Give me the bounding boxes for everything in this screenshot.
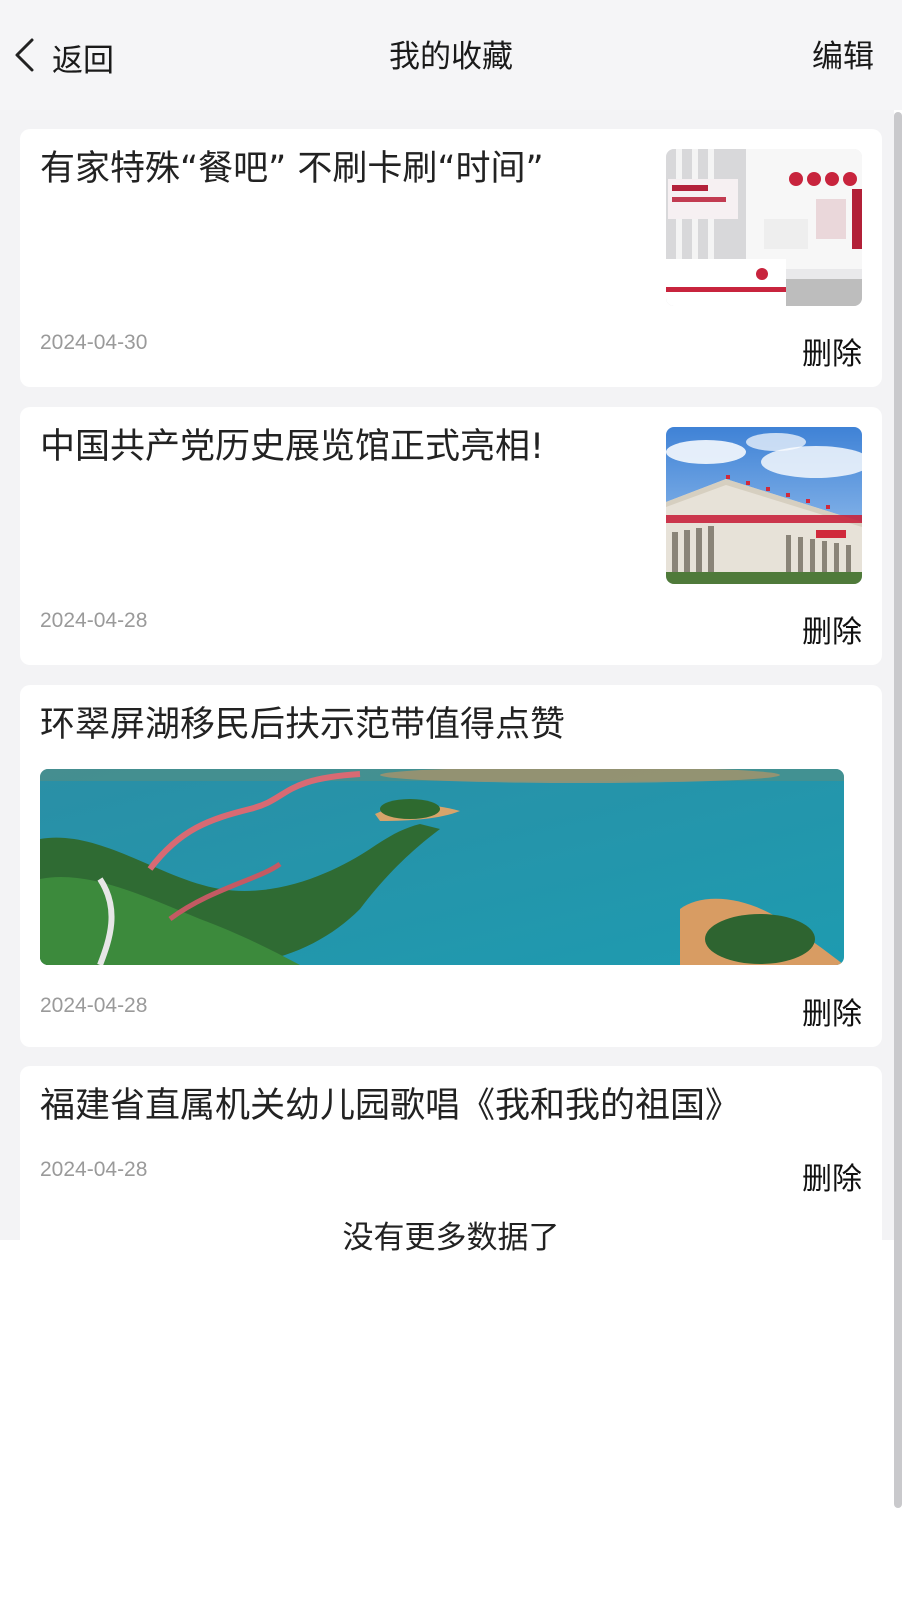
item-date: 2024-04-30 [40,331,148,354]
item-title[interactable]: 有家特殊“餐吧” 不刷卡刷“时间” [40,147,544,191]
favorite-item[interactable]: 有家特殊“餐吧” 不刷卡刷“时间” 2024-04-30 删除 [20,129,882,387]
item-title[interactable]: 中国共产党历史展览馆正式亮相! [40,425,544,469]
delete-button[interactable]: 删除 [802,989,862,1033]
exhibition-hall-image [666,427,862,584]
edit-button[interactable]: 编辑 [812,32,874,82]
favorites-list[interactable]: 有家特殊“餐吧” 不刷卡刷“时间” 2024-04-30 删除 中国共产党历史展… [0,110,894,1240]
item-thumbnail[interactable] [666,149,862,306]
item-thumbnail[interactable] [666,427,862,584]
item-title[interactable]: 环翠屏湖移民后扶示范带值得点赞 [40,703,565,747]
item-banner-image[interactable] [40,769,844,965]
favorite-item[interactable]: 环翠屏湖移民后扶示范带值得点赞 2024-04-28 删除 [20,685,882,1047]
navigation-bar: 返回 我的收藏 编辑 [0,0,902,110]
delete-button[interactable]: 删除 [802,1154,862,1198]
favorite-item[interactable]: 中国共产党历史展览馆正式亮相! 2024-04-28 删除 [20,407,882,665]
service-hall-image [666,149,862,306]
favorites-screen: 返回 我的收藏 编辑 有家特殊“餐吧” 不刷卡刷“时间” 2024-04-30 … [0,0,902,1603]
item-date: 2024-04-28 [40,609,148,632]
page-title: 我的收藏 [389,39,513,75]
delete-button[interactable]: 删除 [802,607,862,651]
item-date: 2024-04-28 [40,994,148,1017]
item-title[interactable]: 福建省直属机关幼儿园歌唱《我和我的祖国》 [40,1084,740,1128]
lake-aerial-image [40,769,844,965]
scrollbar[interactable] [894,112,902,1508]
no-more-data-text: 没有更多数据了 [342,1220,560,1256]
delete-button[interactable]: 删除 [802,329,862,373]
item-date: 2024-04-28 [40,1158,148,1181]
